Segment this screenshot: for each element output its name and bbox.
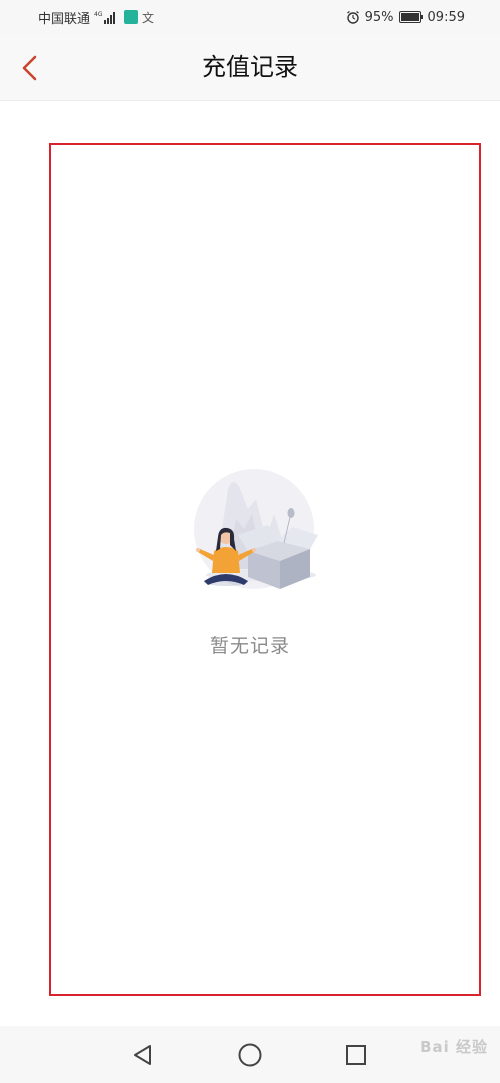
back-triangle-icon xyxy=(134,1045,151,1065)
title-bar: 充值记录 xyxy=(0,34,500,101)
clock-time: 09:59 xyxy=(427,9,465,25)
status-left: 中国联通 4G 文 xyxy=(38,8,155,27)
status-bar: 中国联通 4G 文 95% 09:59 xyxy=(0,0,500,34)
battery-icon xyxy=(398,11,423,23)
recents-square-icon xyxy=(346,1045,366,1065)
status-right: 95% 09:59 xyxy=(346,8,465,26)
svg-text:4G: 4G xyxy=(94,11,103,18)
carrier-name: 中国联通 xyxy=(38,11,91,27)
alarm-icon xyxy=(346,11,359,24)
chevron-left-icon xyxy=(22,55,37,81)
app-icon xyxy=(124,10,139,24)
page-title: 充值记录 xyxy=(202,53,298,81)
system-recents-button[interactable] xyxy=(343,1042,369,1068)
empty-box-illustration xyxy=(194,469,318,589)
watermark: Bai 经验 xyxy=(420,1038,488,1056)
system-navigation-bar: Bai 经验 xyxy=(0,1026,500,1083)
system-home-button[interactable] xyxy=(237,1042,263,1068)
signal-icon: 4G xyxy=(94,11,116,24)
language-icon: 文 xyxy=(142,10,155,25)
system-back-button[interactable] xyxy=(130,1042,156,1068)
content-area: 暂无记录 xyxy=(0,101,500,1026)
back-button[interactable] xyxy=(10,48,50,88)
home-circle-icon xyxy=(238,1043,262,1067)
battery-percent: 95% xyxy=(364,9,394,25)
empty-state-message: 暂无记录 xyxy=(209,635,290,657)
